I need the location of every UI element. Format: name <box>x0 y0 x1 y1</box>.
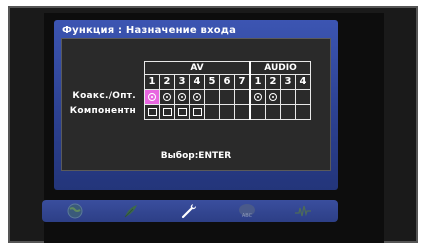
component-av-5-option[interactable] <box>204 104 220 120</box>
av-column-4: 4 <box>189 74 205 90</box>
group-header-av: AV <box>144 61 251 75</box>
component-av-1-option[interactable] <box>144 104 160 120</box>
component-input-icon <box>177 108 187 116</box>
osd-menu: Функция : Назначение входа AV AUDIO 1 2 … <box>54 20 338 190</box>
coax-input-icon <box>148 93 156 101</box>
audio-column-1: 1 <box>249 74 266 90</box>
av-column-7: 7 <box>234 74 251 90</box>
coax-av-2-option[interactable] <box>159 89 175 105</box>
component-audio-3-option[interactable] <box>280 104 296 120</box>
component-av-2-option[interactable] <box>159 104 175 120</box>
abc-icon[interactable]: ABC <box>238 202 256 220</box>
coax-av-3-option[interactable] <box>174 89 190 105</box>
coax-input-icon <box>193 93 201 101</box>
coax-av-7-option[interactable] <box>234 89 251 105</box>
component-audio-4-option[interactable] <box>295 104 311 120</box>
av-column-1: 1 <box>144 74 160 90</box>
component-input-icon <box>192 108 202 116</box>
row-label-component: Компонентн <box>69 106 136 116</box>
component-input-icon <box>162 108 172 116</box>
svg-text:ABC: ABC <box>242 213 253 219</box>
globe-icon[interactable] <box>66 202 84 220</box>
coax-input-icon <box>254 93 262 101</box>
wrench-icon[interactable] <box>180 202 198 220</box>
av-column-6: 6 <box>219 74 235 90</box>
row-coax-opt <box>144 89 311 105</box>
osd-title: Функция : Назначение входа <box>62 25 237 36</box>
coax-audio-4-option[interactable] <box>295 89 311 105</box>
av-column-2: 2 <box>159 74 175 90</box>
component-av-7-option[interactable] <box>234 104 251 120</box>
menu-navbar: ABC <box>42 200 338 222</box>
coax-audio-1-option[interactable] <box>249 89 266 105</box>
component-av-3-option[interactable] <box>174 104 190 120</box>
coax-av-6-option[interactable] <box>219 89 235 105</box>
input-assignment-panel: AV AUDIO 1 2 3 4 5 6 7 1 2 3 4 Коакс./Оп… <box>61 38 331 171</box>
audio-column-2: 2 <box>265 74 281 90</box>
component-audio-1-option[interactable] <box>249 104 266 120</box>
coax-audio-3-option[interactable] <box>280 89 296 105</box>
component-audio-2-option[interactable] <box>265 104 281 120</box>
coax-av-1-option[interactable] <box>144 89 160 105</box>
row-component <box>144 104 311 120</box>
component-input-icon <box>147 108 157 116</box>
coax-audio-2-option[interactable] <box>265 89 281 105</box>
component-av-4-option[interactable] <box>189 104 205 120</box>
signal-icon[interactable] <box>294 202 312 220</box>
coax-input-icon <box>163 93 171 101</box>
coax-input-icon <box>269 93 277 101</box>
coax-av-5-option[interactable] <box>204 89 220 105</box>
leaf-icon[interactable] <box>122 202 140 220</box>
audio-column-3: 3 <box>280 74 296 90</box>
input-assignment-grid: AV AUDIO 1 2 3 4 5 6 7 1 2 3 4 <box>144 61 311 120</box>
audio-column-4: 4 <box>295 74 311 90</box>
coax-input-icon <box>178 93 186 101</box>
group-header-audio: AUDIO <box>249 61 311 75</box>
av-column-3: 3 <box>174 74 190 90</box>
coax-av-4-option[interactable] <box>189 89 205 105</box>
row-label-coax-opt: Коакс./Опт. <box>72 91 136 101</box>
select-hint: Выбор:ENTER <box>160 151 232 161</box>
av-column-5: 5 <box>204 74 220 90</box>
component-av-6-option[interactable] <box>219 104 235 120</box>
